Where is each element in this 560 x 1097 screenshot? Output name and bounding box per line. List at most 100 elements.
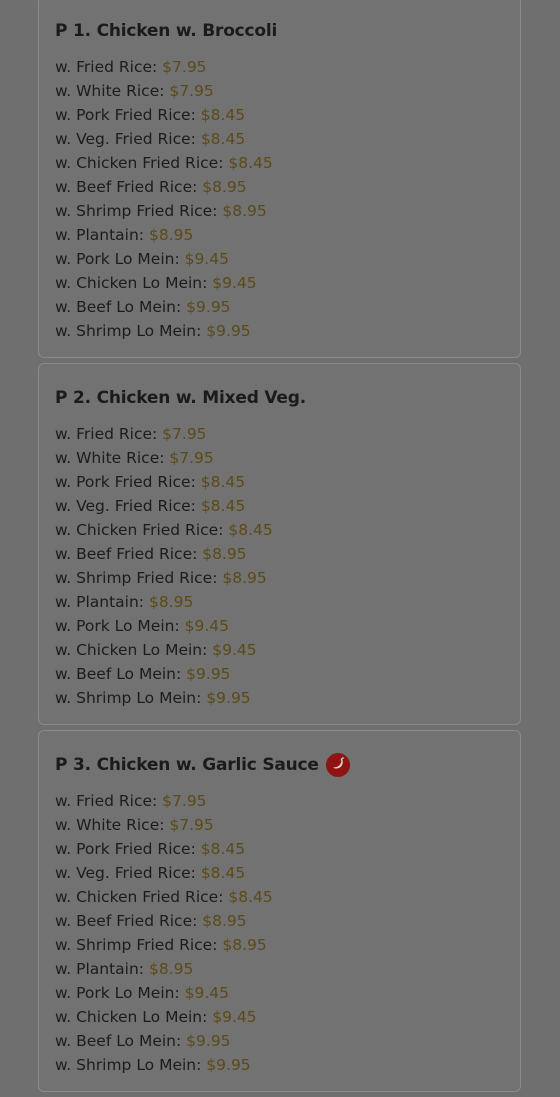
- menu-item-list: P 1. Chicken w. Broccoli w. Fried Rice: …: [38, 0, 521, 1097]
- price-option-label: w. Chicken Fried Rice:: [55, 888, 224, 906]
- price-value: $8.45: [228, 154, 273, 172]
- price-value: $7.95: [169, 449, 214, 467]
- price-value: $7.95: [169, 816, 214, 834]
- price-row[interactable]: w. Plantain: $8.95: [55, 957, 504, 981]
- price-value: $8.95: [202, 545, 247, 563]
- price-row[interactable]: w. Pork Fried Rice: $8.45: [55, 103, 504, 127]
- price-option-label: w. White Rice:: [55, 816, 165, 834]
- price-row[interactable]: w. Plantain: $8.95: [55, 590, 504, 614]
- price-row[interactable]: w. Shrimp Lo Mein: $9.95: [55, 1053, 504, 1077]
- price-option-label: w. Pork Lo Mein:: [55, 250, 180, 268]
- price-value: $9.45: [184, 617, 230, 635]
- price-value: $8.95: [202, 912, 247, 930]
- price-option-label: w. Plantain:: [55, 226, 145, 244]
- price-row[interactable]: w. Pork Fried Rice: $8.45: [55, 470, 504, 494]
- price-value: $8.45: [200, 473, 246, 491]
- price-row[interactable]: w. Chicken Fried Rice: $8.45: [55, 518, 504, 542]
- price-row[interactable]: w. Fried Rice: $7.95: [55, 422, 504, 446]
- price-option-label: w. Veg. Fried Rice:: [55, 130, 196, 148]
- price-row[interactable]: w. Shrimp Fried Rice: $8.95: [55, 566, 504, 590]
- price-value: $9.95: [186, 665, 231, 683]
- price-option-label: w. Chicken Lo Mein:: [55, 274, 208, 292]
- price-option-label: w. Pork Lo Mein:: [55, 617, 180, 635]
- price-row[interactable]: w. Pork Fried Rice: $8.45: [55, 837, 504, 861]
- price-row[interactable]: w. Beef Lo Mein: $9.95: [55, 1029, 504, 1053]
- price-option-label: w. Fried Rice:: [55, 792, 158, 810]
- price-row[interactable]: w. Chicken Fried Rice: $8.45: [55, 151, 504, 175]
- menu-item-title-text: P 1. Chicken w. Broccoli: [55, 21, 278, 41]
- menu-item-title: P 1. Chicken w. Broccoli: [55, 19, 504, 43]
- price-value: $8.95: [148, 593, 194, 611]
- price-row[interactable]: w. Beef Fried Rice: $8.95: [55, 542, 504, 566]
- price-option-label: w. Plantain:: [55, 960, 145, 978]
- price-option-label: w. Chicken Fried Rice:: [55, 521, 224, 539]
- price-row[interactable]: w. Veg. Fried Rice: $8.45: [55, 861, 504, 885]
- hot-pepper-icon: [325, 753, 350, 777]
- price-value: $8.45: [200, 864, 246, 882]
- menu-item-card[interactable]: P 3. Chicken w. Garlic Sauce w. Fried Ri…: [38, 730, 521, 1092]
- price-row[interactable]: w. Chicken Fried Rice: $8.45: [55, 885, 504, 909]
- price-value: $8.45: [200, 106, 246, 124]
- price-option-label: w. Chicken Lo Mein:: [55, 1008, 208, 1026]
- price-row[interactable]: w. Veg. Fried Rice: $8.45: [55, 494, 504, 518]
- price-row[interactable]: w. Beef Fried Rice: $8.95: [55, 175, 504, 199]
- price-row[interactable]: w. Plantain: $8.95: [55, 223, 504, 247]
- price-row[interactable]: w. Beef Lo Mein: $9.95: [55, 295, 504, 319]
- price-row[interactable]: w. Beef Fried Rice: $8.95: [55, 909, 504, 933]
- price-value: $8.45: [200, 497, 246, 515]
- menu-item-card[interactable]: P 1. Chicken w. Broccoli w. Fried Rice: …: [38, 0, 521, 358]
- price-option-label: w. Shrimp Lo Mein:: [55, 322, 202, 340]
- price-option-label: w. Chicken Fried Rice:: [55, 154, 224, 172]
- price-row[interactable]: w. White Rice: $7.95: [55, 79, 504, 103]
- price-row[interactable]: w. Veg. Fried Rice: $8.45: [55, 127, 504, 151]
- price-option-label: w. Beef Fried Rice:: [55, 912, 198, 930]
- price-option-label: w. Veg. Fried Rice:: [55, 864, 196, 882]
- price-row[interactable]: w. Pork Lo Mein: $9.45: [55, 614, 504, 638]
- price-option-label: w. Beef Fried Rice:: [55, 545, 198, 563]
- price-option-label: w. Pork Lo Mein:: [55, 984, 180, 1002]
- price-option-label: w. Pork Fried Rice:: [55, 106, 196, 124]
- price-row[interactable]: w. White Rice: $7.95: [55, 813, 504, 837]
- price-row[interactable]: w. Pork Lo Mein: $9.45: [55, 247, 504, 271]
- price-value: $8.95: [148, 226, 194, 244]
- price-value: $8.45: [228, 888, 273, 906]
- price-row[interactable]: w. Shrimp Fried Rice: $8.95: [55, 933, 504, 957]
- menu-item-title-text: P 3. Chicken w. Garlic Sauce: [55, 755, 319, 775]
- price-option-label: w. Shrimp Lo Mein:: [55, 1056, 202, 1074]
- price-row[interactable]: w. Beef Lo Mein: $9.95: [55, 662, 504, 686]
- price-option-label: w. Beef Lo Mein:: [55, 665, 182, 683]
- price-option-label: w. Plantain:: [55, 593, 145, 611]
- price-value: $9.45: [184, 984, 230, 1002]
- price-row[interactable]: w. White Rice: $7.95: [55, 446, 504, 470]
- price-row[interactable]: w. Fried Rice: $7.95: [55, 55, 504, 79]
- price-value: $9.95: [206, 1056, 251, 1074]
- menu-item-title: P 2. Chicken w. Mixed Veg.: [55, 386, 504, 410]
- price-row[interactable]: w. Shrimp Lo Mein: $9.95: [55, 319, 504, 343]
- price-row[interactable]: w. Pork Lo Mein: $9.45: [55, 981, 504, 1005]
- price-value: $8.45: [200, 130, 246, 148]
- price-value: $8.95: [222, 569, 267, 587]
- price-value: $8.45: [228, 521, 273, 539]
- price-row[interactable]: w. Chicken Lo Mein: $9.45: [55, 638, 504, 662]
- price-value: $7.95: [162, 792, 207, 810]
- menu-item-card[interactable]: P 2. Chicken w. Mixed Veg. w. Fried Rice…: [38, 363, 521, 725]
- price-option-label: w. Beef Lo Mein:: [55, 298, 182, 316]
- menu-item-title-text: P 2. Chicken w. Mixed Veg.: [55, 388, 306, 408]
- price-value: $9.45: [212, 1008, 257, 1026]
- price-row[interactable]: w. Chicken Lo Mein: $9.45: [55, 1005, 504, 1029]
- price-value: $7.95: [169, 82, 214, 100]
- price-value: $7.95: [162, 425, 207, 443]
- price-option-label: w. Shrimp Fried Rice:: [55, 202, 218, 220]
- price-row[interactable]: w. Chicken Lo Mein: $9.45: [55, 271, 504, 295]
- price-option-label: w. White Rice:: [55, 449, 165, 467]
- price-row[interactable]: w. Fried Rice: $7.95: [55, 789, 504, 813]
- price-row[interactable]: w. Shrimp Fried Rice: $8.95: [55, 199, 504, 223]
- price-option-label: w. Chicken Lo Mein:: [55, 641, 208, 659]
- price-value: $8.45: [200, 840, 246, 858]
- price-option-label: w. Shrimp Lo Mein:: [55, 689, 202, 707]
- price-option-label: w. Shrimp Fried Rice:: [55, 936, 218, 954]
- price-row[interactable]: w. Shrimp Lo Mein: $9.95: [55, 686, 504, 710]
- price-option-label: w. White Rice:: [55, 82, 165, 100]
- price-list: w. Fried Rice: $7.95 w. White Rice: $7.9…: [55, 55, 504, 343]
- price-value: $9.95: [206, 322, 251, 340]
